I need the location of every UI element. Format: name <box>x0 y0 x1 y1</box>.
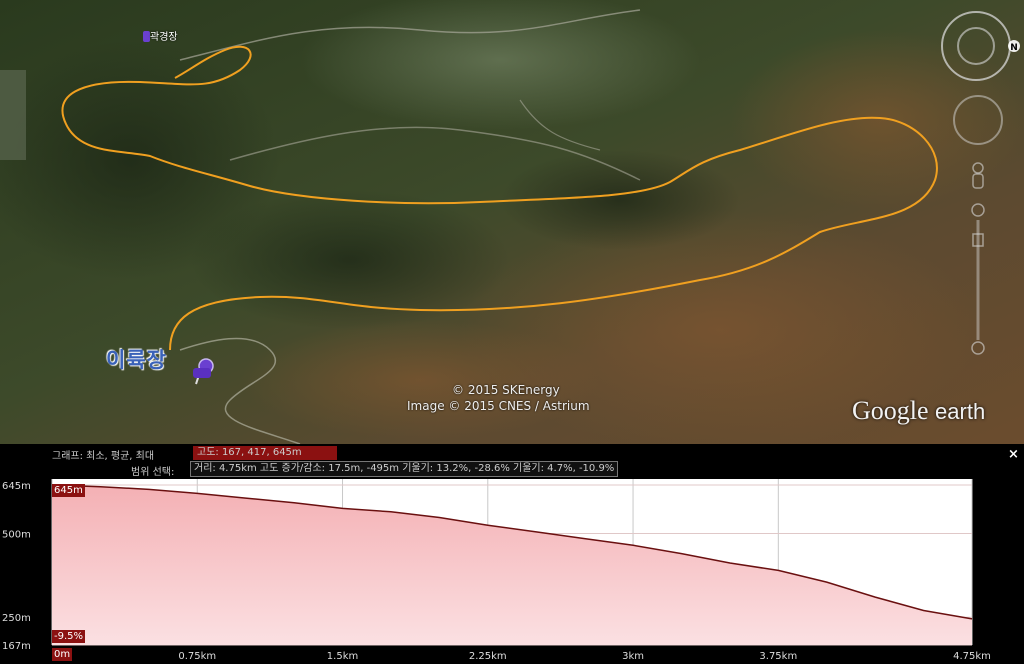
small-pushpin-icon[interactable] <box>143 31 150 42</box>
imagery-credit: Image © 2015 CNES / Astrium <box>407 399 590 413</box>
map-view[interactable]: 곽경장 이륙장 © 2015 SKEnergy Image © 2015 CNE… <box>0 0 1024 444</box>
google-earth-logo: Google earth <box>852 396 985 426</box>
elevation-profile-panel: 그래프: 최소, 평균, 최대 고도: 167, 417, 645m 범위 선택… <box>0 444 1024 664</box>
stats-readout: 거리: 4.75km 고도 증가/감소: 17.5m, -495m 기울기: 1… <box>190 461 619 477</box>
street-view-icon[interactable] <box>972 162 984 189</box>
navigation-controls[interactable]: N <box>940 10 1020 360</box>
logo-earth: earth <box>935 399 986 424</box>
compass-n-label: N <box>1010 43 1018 53</box>
altitude-readout: 고도: 167, 417, 645m <box>193 446 337 460</box>
close-button[interactable]: × <box>1008 447 1019 462</box>
copyright-text: © 2015 SKEnergy <box>452 383 560 397</box>
logo-google: Google <box>852 396 929 425</box>
place-label-top[interactable]: 곽경장 <box>150 28 178 43</box>
graph-legend-label: 그래프: 최소, 평균, 최대 <box>52 451 155 462</box>
satellite-terrain <box>0 0 1024 444</box>
place-label-launch[interactable]: 이륙장 <box>106 344 167 374</box>
zoom-slider[interactable] <box>971 203 985 355</box>
compass-ring-icon[interactable]: N <box>941 11 1020 81</box>
start-distance-tag: 0m <box>52 648 73 661</box>
range-select-label: 범위 선택: <box>131 467 175 478</box>
max-elevation-tag: 645m <box>52 484 85 497</box>
look-joystick-icon[interactable] <box>953 95 1003 145</box>
slope-tag: -9.5% <box>52 630 86 643</box>
